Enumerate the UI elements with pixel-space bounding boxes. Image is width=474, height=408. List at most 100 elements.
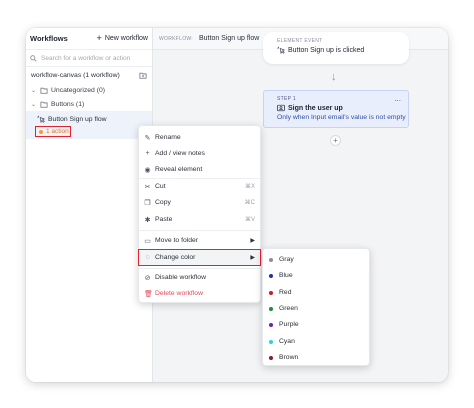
chevron-down-icon: ⌄	[31, 101, 37, 108]
search-input[interactable]	[41, 54, 141, 62]
workflows-sidebar: Workflows + New workflow workflow-canvas…	[26, 28, 153, 382]
color-option-label: Purple	[279, 321, 299, 328]
cursor-click-icon	[37, 115, 45, 123]
menu-item-cut[interactable]: ✂ Cut ⌘X	[139, 180, 260, 193]
color-option-purple[interactable]: Purple	[263, 317, 369, 332]
workflow-item[interactable]: Button Sign up flow 1 action	[26, 111, 152, 139]
pencil-icon: ✎	[144, 134, 151, 142]
status-dot-icon	[39, 129, 43, 134]
color-swatch-icon	[269, 322, 273, 327]
new-workflow-button[interactable]: + New workflow	[97, 34, 148, 43]
new-workflow-label: New workflow	[104, 35, 148, 42]
add-step-button[interactable]: +	[330, 135, 341, 146]
folder-icon	[40, 87, 48, 94]
step-card-title-row: Sign the user up	[277, 104, 408, 112]
chevron-right-icon: ▶	[250, 238, 255, 244]
paste-icon: ✱	[144, 216, 151, 224]
color-submenu: Gray Blue Red Green Purple Cyan Brown	[262, 248, 370, 366]
color-option-red[interactable]: Red	[263, 285, 369, 300]
step-card[interactable]: STEP 1 Sign the user up Only when Input …	[263, 90, 409, 128]
menu-item-add-notes[interactable]: + Add / view notes	[139, 147, 260, 160]
search-bar	[26, 50, 152, 67]
step-card-title: Sign the user up	[288, 104, 343, 112]
color-option-brown[interactable]: Brown	[263, 350, 369, 365]
menu-item-label: Copy	[155, 199, 171, 206]
scissors-icon: ✂	[144, 183, 151, 191]
menu-item-label: Disable workflow	[155, 274, 206, 281]
event-card-tag: ELEMENT EVENT	[277, 38, 323, 44]
folder-icon	[40, 101, 48, 108]
palette-icon: ◌	[145, 254, 150, 261]
color-option-label: Gray	[279, 256, 294, 263]
folder-icon: ▭	[144, 237, 151, 245]
menu-item-copy[interactable]: ❐ Copy ⌘C	[139, 196, 260, 209]
menu-item-paste[interactable]: ✱ Paste ⌘V	[139, 213, 260, 226]
canvas-label: workflow-canvas (1 workflow)	[31, 71, 120, 79]
color-option-label: Cyan	[279, 338, 295, 345]
menu-item-move-to-folder[interactable]: ▭ Move to folder ▶	[139, 234, 260, 247]
arrow-down-icon: ↓	[331, 71, 337, 83]
menu-item-label: Delete workflow	[155, 290, 203, 297]
menu-item-label: Cut	[155, 183, 166, 190]
event-card-title: Button Sign up is clicked	[288, 46, 365, 54]
sidebar-header: Workflows + New workflow	[26, 28, 152, 50]
shortcut-label: ⌘V	[244, 217, 255, 223]
copy-icon: ❐	[144, 199, 151, 207]
color-option-label: Green	[279, 305, 298, 312]
event-card-title-row: Button Sign up is clicked	[277, 46, 409, 54]
plus-icon: +	[145, 150, 150, 157]
plus-icon: +	[96, 33, 102, 43]
menu-item-label: Add / view notes	[155, 150, 205, 157]
menu-item-label: Reveal element	[155, 166, 203, 173]
color-swatch-icon	[269, 273, 273, 278]
step-card-tag: STEP 1	[277, 96, 296, 102]
color-option-green[interactable]: Green	[263, 301, 369, 316]
trash-icon: 🗑	[144, 290, 153, 298]
more-options-icon[interactable]: ...	[394, 94, 401, 103]
event-card[interactable]: ELEMENT EVENT Button Sign up is clicked	[263, 32, 409, 64]
menu-item-reveal-element[interactable]: ◉ Reveal element	[139, 163, 260, 176]
color-option-cyan[interactable]: Cyan	[263, 334, 369, 349]
context-menu: ✎ Rename + Add / view notes ◉ Reveal ele…	[138, 125, 261, 303]
menu-item-change-color[interactable]: ◌ Change color ▶	[138, 249, 261, 266]
menu-divider	[139, 230, 260, 231]
menu-item-label: Rename	[155, 134, 181, 141]
color-swatch-icon	[269, 355, 273, 360]
canvas-group-row[interactable]: workflow-canvas (1 workflow)	[26, 67, 152, 83]
color-option-label: Brown	[279, 354, 299, 361]
shortcut-label: ⌘X	[244, 184, 255, 190]
color-swatch-icon	[269, 290, 273, 295]
workflow-name-label: Button Sign up flow	[48, 115, 107, 123]
add-folder-icon[interactable]	[139, 72, 147, 79]
folder-buttons[interactable]: ⌄ Buttons (1)	[26, 97, 152, 111]
menu-item-disable-workflow[interactable]: ⊘ Disable workflow	[139, 271, 260, 284]
disable-icon: ⊘	[144, 274, 151, 282]
color-swatch-icon	[269, 306, 273, 311]
color-swatch-icon	[269, 257, 273, 262]
folder-uncategorized[interactable]: ⌄ Uncategorized (0)	[26, 83, 152, 97]
color-swatch-icon	[269, 339, 273, 344]
menu-item-label: Change color	[155, 254, 196, 261]
user-card-icon	[277, 104, 285, 112]
color-option-blue[interactable]: Blue	[263, 268, 369, 283]
eye-icon: ◉	[144, 166, 151, 174]
chevron-right-icon: ▶	[250, 255, 255, 261]
action-count-badge: 1 action	[35, 126, 71, 137]
step-card-condition: Only when Input email's value is not emp…	[277, 114, 406, 121]
color-option-label: Blue	[279, 272, 293, 279]
menu-item-label: Paste	[155, 216, 173, 223]
menu-item-rename[interactable]: ✎ Rename	[139, 131, 260, 144]
color-option-gray[interactable]: Gray	[263, 252, 369, 267]
menu-item-delete-workflow[interactable]: 🗑 Delete workflow	[139, 287, 260, 300]
breadcrumb-label: WORKFLOW:	[159, 35, 193, 42]
menu-divider	[139, 178, 260, 179]
color-option-label: Red	[279, 289, 292, 296]
action-count-label: 1 action	[46, 128, 69, 135]
shortcut-label: ⌘C	[244, 200, 255, 206]
folder-label: Uncategorized (0)	[51, 86, 106, 94]
menu-item-label: Move to folder	[155, 237, 199, 244]
cursor-click-icon	[277, 46, 285, 54]
sidebar-title: Workflows	[30, 34, 68, 43]
breadcrumb-value[interactable]: Button Sign up flow	[199, 35, 259, 42]
search-icon	[30, 54, 37, 62]
